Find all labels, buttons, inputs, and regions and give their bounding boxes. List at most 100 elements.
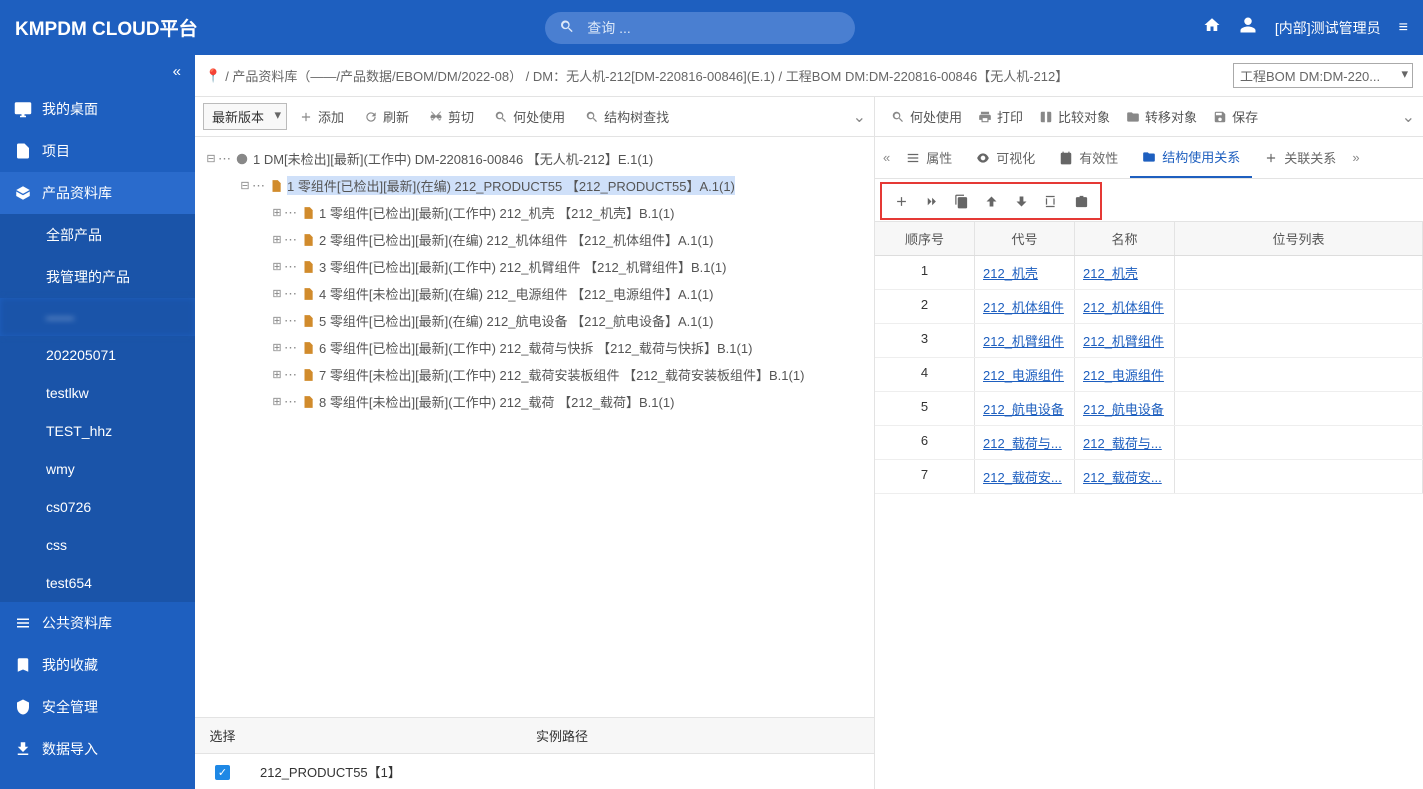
sidebar-sub-8[interactable]: css xyxy=(0,526,195,564)
cut-button[interactable]: 剪切 xyxy=(421,103,482,130)
name-link[interactable]: 212_航电设备 xyxy=(1083,399,1166,418)
code-link[interactable]: 212_载荷安... xyxy=(983,467,1066,486)
grid-row[interactable]: 2212_机体组件212_机体组件 xyxy=(875,290,1423,324)
tab-visual[interactable]: 可视化 xyxy=(964,138,1047,177)
tabs-next-icon[interactable]: » xyxy=(1348,144,1363,171)
tree-search-button[interactable]: 结构树查找 xyxy=(577,103,677,130)
tab-relations[interactable]: 关联关系 xyxy=(1252,138,1348,177)
name-link[interactable]: 212_电源组件 xyxy=(1083,365,1166,384)
duplicate-icon[interactable] xyxy=(1037,187,1065,215)
sidebar-sub-managed[interactable]: 我管理的产品 xyxy=(0,256,195,298)
transfer-button[interactable]: 转移对象 xyxy=(1118,103,1205,130)
sidebar-sub-6[interactable]: wmy xyxy=(0,450,195,488)
tree-node[interactable]: ⊞⋯4 零组件[未检出][最新](在编) 212_电源组件 【212_电源组件】… xyxy=(199,280,870,307)
grid-th-pos: 位号列表 xyxy=(1175,222,1423,255)
code-link[interactable]: 212_载荷与... xyxy=(983,433,1066,452)
sidebar-sub-3[interactable]: 202205071 xyxy=(0,336,195,374)
tab-properties[interactable]: 属性 xyxy=(894,138,964,177)
structure-action-toolbar xyxy=(881,183,1101,219)
where-used-button[interactable]: 何处使用 xyxy=(486,103,573,130)
breadcrumb-selector[interactable]: 工程BOM DM:DM-220... xyxy=(1233,63,1413,88)
search-wrap xyxy=(545,12,855,44)
plus-icon[interactable] xyxy=(887,187,915,215)
save-button[interactable]: 保存 xyxy=(1205,103,1266,130)
name-link[interactable]: 212_机壳 xyxy=(1083,263,1166,282)
toolbar-expand-icon[interactable]: ⌄ xyxy=(853,107,866,127)
tab-validity[interactable]: 有效性 xyxy=(1047,138,1130,177)
menu-icon[interactable]: ≡ xyxy=(1399,19,1408,37)
tree-node[interactable]: ⊞⋯1 零组件[已检出][最新](工作中) 212_机壳 【212_机壳】B.1… xyxy=(199,199,870,226)
grid-row[interactable]: 7212_载荷安...212_载荷安... xyxy=(875,460,1423,494)
arrow-up-icon[interactable] xyxy=(977,187,1005,215)
sidebar-sub-all[interactable]: 全部产品 xyxy=(0,214,195,256)
sidebar-item-desktop[interactable]: 我的桌面 xyxy=(0,88,195,130)
sidebar-item-product-lib[interactable]: 产品资料库 xyxy=(0,172,195,214)
tree-node[interactable]: ⊞⋯2 零组件[已检出][最新](在编) 212_机体组件 【212_机体组件】… xyxy=(199,226,870,253)
checkbox-icon[interactable]: ✓ xyxy=(215,765,230,780)
code-link[interactable]: 212_机臂组件 xyxy=(983,331,1066,350)
app-logo: KMPDM CLOUD平台 xyxy=(15,14,198,41)
version-select[interactable]: 最新版本 xyxy=(203,103,287,130)
tree-node[interactable]: ⊞⋯3 零组件[已检出][最新](工作中) 212_机臂组件 【212_机臂组件… xyxy=(199,253,870,280)
sidebar-item-security[interactable]: 安全管理 xyxy=(0,686,195,728)
instance-table: 选择实例路径 ✓212_PRODUCT55【1】 xyxy=(195,717,874,789)
location-pin-icon: 📍 xyxy=(205,68,221,84)
tree-root[interactable]: ⊟⋯1 DM[未检出][最新](工作中) DM-220816-00846 【无人… xyxy=(199,145,870,172)
sidebar-item-favorites[interactable]: 我的收藏 xyxy=(0,644,195,686)
breadcrumb: 📍 / 产品资料库（——/产品数据/EBOM/DM/2022-08） / DM：… xyxy=(195,55,1423,97)
instance-th-select: 选择 xyxy=(195,718,250,753)
grid-row[interactable]: 4212_电源组件212_电源组件 xyxy=(875,358,1423,392)
tabs-prev-icon[interactable]: « xyxy=(879,144,894,171)
tree-view[interactable]: ⊟⋯1 DM[未检出][最新](工作中) DM-220816-00846 【无人… xyxy=(195,137,874,717)
tree-node[interactable]: ⊞⋯7 零组件[未检出][最新](工作中) 212_载荷安装板组件 【212_载… xyxy=(199,361,870,388)
sidebar-sub-7[interactable]: cs0726 xyxy=(0,488,195,526)
code-link[interactable]: 212_机体组件 xyxy=(983,297,1066,316)
tree-node[interactable]: ⊞⋯5 零组件[已检出][最新](在编) 212_航电设备 【212_航电设备】… xyxy=(199,307,870,334)
right-toolbar-expand-icon[interactable]: ⌄ xyxy=(1402,107,1415,127)
where-used-button-r[interactable]: 何处使用 xyxy=(883,103,970,130)
name-link[interactable]: 212_机体组件 xyxy=(1083,297,1166,316)
user-icon[interactable] xyxy=(1239,16,1257,39)
header-right: [内部]测试管理员 ≡ xyxy=(1203,16,1408,39)
app-header: KMPDM CLOUD平台 [内部]测试管理员 ≡ xyxy=(0,0,1423,55)
sidebar-item-public-lib[interactable]: 公共资料库 xyxy=(0,602,195,644)
name-link[interactable]: 212_载荷与... xyxy=(1083,433,1166,452)
tree-node[interactable]: ⊞⋯6 零组件[已检出][最新](工作中) 212_载荷与快拆 【212_载荷与… xyxy=(199,334,870,361)
sidebar-item-project[interactable]: 项目 xyxy=(0,130,195,172)
sidebar-collapse-icon[interactable]: « xyxy=(0,55,195,88)
code-link[interactable]: 212_航电设备 xyxy=(983,399,1066,418)
print-button[interactable]: 打印 xyxy=(970,103,1031,130)
right-toolbar: 何处使用 打印 比较对象 转移对象 保存 ⌄ xyxy=(875,97,1423,137)
paste-icon[interactable] xyxy=(1067,187,1095,215)
name-link[interactable]: 212_机臂组件 xyxy=(1083,331,1166,350)
code-link[interactable]: 212_机壳 xyxy=(983,263,1066,282)
home-icon[interactable] xyxy=(1203,16,1221,39)
arrow-down-icon[interactable] xyxy=(1007,187,1035,215)
instance-row[interactable]: ✓212_PRODUCT55【1】 xyxy=(195,754,874,789)
sidebar-sub-5[interactable]: TEST_hhz xyxy=(0,412,195,450)
copy-icon[interactable] xyxy=(947,187,975,215)
compare-button[interactable]: 比较对象 xyxy=(1031,103,1118,130)
sidebar-sub-9[interactable]: test654 xyxy=(0,564,195,602)
tree-node[interactable]: ⊞⋯8 零组件[未检出][最新](工作中) 212_载荷 【212_载荷】B.1… xyxy=(199,388,870,415)
refresh-button[interactable]: 刷新 xyxy=(356,103,417,130)
sidebar-sub-blur[interactable]: —— xyxy=(0,298,195,336)
user-label[interactable]: [内部]测试管理员 xyxy=(1275,18,1381,38)
name-link[interactable]: 212_载荷安... xyxy=(1083,467,1166,486)
breadcrumb-text[interactable]: / 产品资料库（——/产品数据/EBOM/DM/2022-08） / DM：无人… xyxy=(225,66,1068,85)
tabs: « 属性 可视化 有效性 结构使用关系 关联关系 » xyxy=(875,137,1423,179)
grid-row[interactable]: 5212_航电设备212_航电设备 xyxy=(875,392,1423,426)
sidebar-item-import[interactable]: 数据导入 xyxy=(0,728,195,770)
grid-row[interactable]: 1212_机壳212_机壳 xyxy=(875,256,1423,290)
tab-structure-usage[interactable]: 结构使用关系 xyxy=(1130,137,1252,178)
grid-row[interactable]: 6212_载荷与...212_载荷与... xyxy=(875,426,1423,460)
code-link[interactable]: 212_电源组件 xyxy=(983,365,1066,384)
sidebar-sub-4[interactable]: testlkw xyxy=(0,374,195,412)
grid-th-seq: 顺序号 xyxy=(875,222,975,255)
search-input[interactable] xyxy=(545,12,855,44)
add-button[interactable]: 添加 xyxy=(291,103,352,130)
double-arrow-icon[interactable] xyxy=(917,187,945,215)
grid-row[interactable]: 3212_机臂组件212_机臂组件 xyxy=(875,324,1423,358)
grid-th-name: 名称 xyxy=(1075,222,1175,255)
tree-node-selected[interactable]: ⊟⋯1 零组件[已检出][最新](在编) 212_PRODUCT55 【212_… xyxy=(199,172,870,199)
